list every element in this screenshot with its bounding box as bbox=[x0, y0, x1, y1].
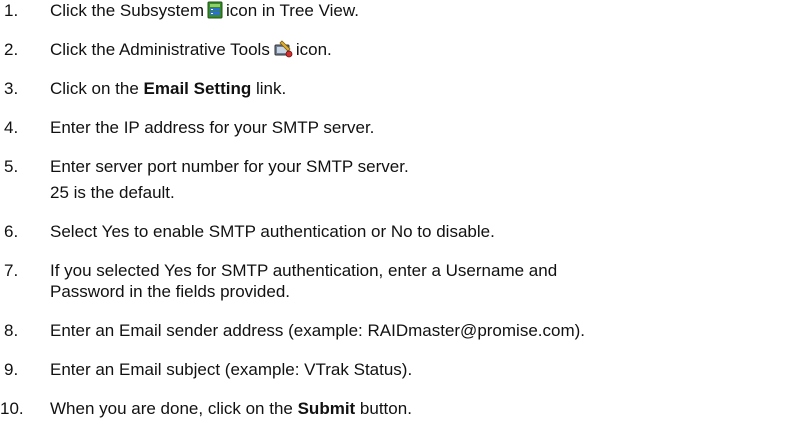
step-5-note: 25 is the default. bbox=[50, 183, 175, 202]
submit-button-label: Submit bbox=[297, 399, 356, 418]
email-setting-link-label: Email Setting bbox=[143, 79, 252, 98]
administrative-tools-icon bbox=[273, 40, 293, 63]
step-number: 3. bbox=[4, 79, 19, 98]
step-text: Enter an Email subject (example: VTrak S… bbox=[50, 360, 413, 379]
subsystem-icon bbox=[207, 1, 223, 24]
step-text: Click the Subsystem icon in Tree View. bbox=[50, 1, 359, 24]
step-number: 2. bbox=[4, 40, 19, 59]
instruction-document: 1. Click the Subsystem icon in Tree View… bbox=[0, 0, 809, 440]
step-number: 9. bbox=[4, 360, 19, 379]
step-number: 4. bbox=[4, 118, 19, 137]
step-text: If you selected Yes for SMTP authenticat… bbox=[50, 261, 558, 280]
step-number: 6. bbox=[4, 222, 19, 241]
step-number: 7. bbox=[4, 261, 19, 280]
step-text: Enter an Email sender address (example: … bbox=[50, 321, 586, 340]
step-text: Enter the IP address for your SMTP serve… bbox=[50, 118, 375, 137]
step-text: Click the Administrative Tools icon. bbox=[50, 40, 332, 63]
step-text: Click on the Email Setting link. bbox=[50, 79, 287, 98]
step-text: Select Yes to enable SMTP authentication… bbox=[50, 222, 495, 241]
step-number: 8. bbox=[4, 321, 19, 340]
step-number: 10. bbox=[0, 399, 24, 418]
step-text: When you are done, click on the Submit b… bbox=[50, 399, 412, 418]
step-text: Enter server port number for your SMTP s… bbox=[50, 157, 409, 176]
step-7-continuation: Password in the fields provided. bbox=[50, 282, 291, 301]
step-number: 1. bbox=[4, 1, 19, 20]
step-number: 5. bbox=[4, 157, 19, 176]
